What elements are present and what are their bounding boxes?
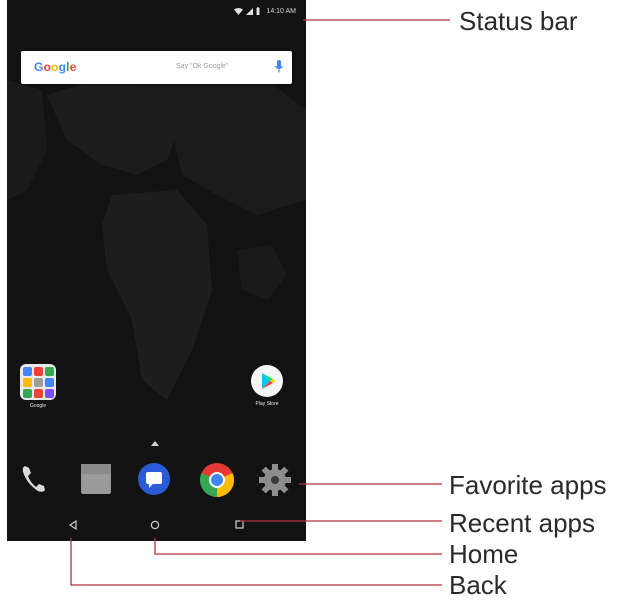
callout-status-bar: Status bar [459,6,578,36]
callout-favorite-apps: Favorite apps [449,470,607,500]
callout-home: Home [449,539,519,569]
callout-recent-apps: Recent apps [449,508,595,538]
leader-line-home [154,538,442,555]
leader-line-back [70,538,442,586]
callout-back: Back [449,570,507,600]
callout-leader-lines [70,19,450,586]
